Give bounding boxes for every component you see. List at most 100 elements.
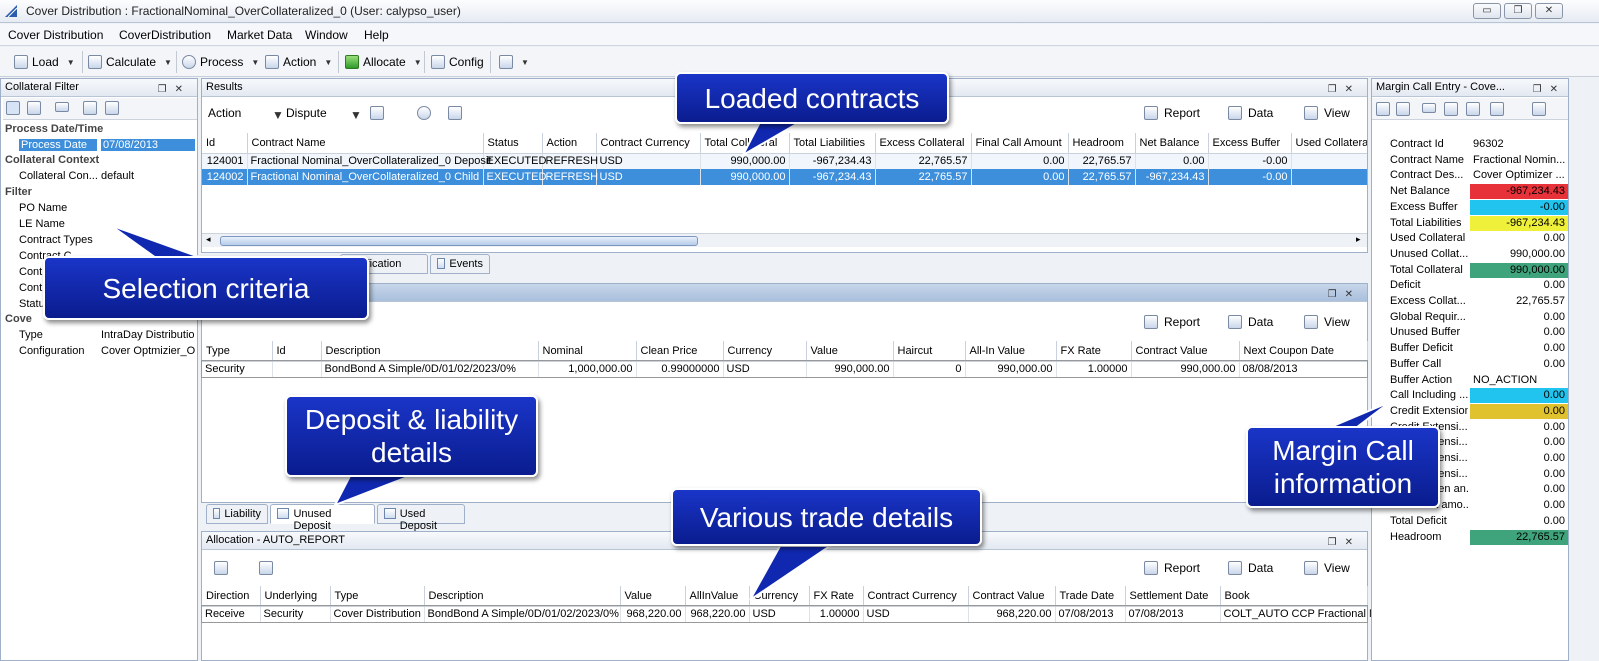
data-button[interactable]: Data [1248,561,1273,575]
property-row[interactable]: Credit Extension 0.00 [1372,403,1568,420]
scrollbar-thumb[interactable] [220,236,698,246]
col-id[interactable]: Id [202,133,248,154]
chevron-down-icon[interactable]: ▼ [521,58,529,67]
view-button[interactable]: View [1324,106,1350,120]
tab-liability[interactable]: Liability [206,504,268,524]
chevron-down-icon[interactable]: ▼ [350,108,362,122]
table-row[interactable]: 124001 Fractional Nominal_OverCollaterali… [202,153,1367,169]
col-value[interactable]: Value [620,586,686,607]
col-status[interactable]: Status [483,133,543,154]
collapse-icon[interactable] [1466,102,1480,116]
property-row[interactable]: Excess Collat... 22,765.57 [1372,294,1568,310]
col-direction[interactable]: Direction [202,586,261,607]
tab-unused-deposit[interactable]: Unused Deposit [270,504,375,532]
property-row[interactable]: Net Balance -967,234.43 [1372,184,1568,200]
filter-row[interactable]: PO Name [1,201,197,217]
dispute-dropdown[interactable]: Dispute [286,106,327,120]
categorized-icon[interactable] [1376,102,1390,116]
section-cover[interactable]: Cove [5,313,32,325]
panel-controls-icon[interactable]: ❐✕ [1328,286,1361,303]
col-net-balance[interactable]: Net Balance [1135,133,1209,154]
report-button[interactable]: Report [1164,106,1200,120]
property-row[interactable]: Total Liabilities -967,234.43 [1372,215,1568,232]
expand-icon[interactable] [1444,102,1458,116]
section-process-date[interactable]: Process Date/Time [5,123,103,135]
tab-used-deposit[interactable]: Used Deposit [377,504,465,532]
horizontal-scrollbar[interactable]: ◂ ▸ [202,233,1367,247]
collapse-icon[interactable] [105,101,119,115]
chevron-down-icon[interactable]: ▼ [324,58,332,67]
data-button[interactable]: Data [1248,315,1273,329]
col-excess-buffer[interactable]: Excess Buffer [1208,133,1292,154]
col-type[interactable]: Type [330,586,425,607]
col-headroom[interactable]: Headroom [1068,133,1136,154]
col-clean-price[interactable]: Clean Price [636,341,724,362]
restore-button[interactable]: ❐ [1504,3,1532,19]
property-row[interactable]: Unused Collat... 990,000.00 [1372,247,1568,263]
col-nominal[interactable]: Nominal [538,341,637,362]
col-contract-currency[interactable]: Contract Currency [596,133,701,154]
scroll-left-icon[interactable]: ◂ [206,234,211,245]
col-book[interactable]: Book [1220,586,1368,607]
clock-icon[interactable] [417,106,431,120]
col-next-coupon-date[interactable]: Next Coupon Date [1239,341,1368,362]
chevron-down-icon[interactable]: ▼ [164,58,172,67]
table-row[interactable]: 124002 Fractional Nominal_OverCollaterali… [202,169,1367,185]
col-excess-collateral[interactable]: Excess Collateral [875,133,972,154]
property-row[interactable]: Total Deficit 0.00 [1372,514,1568,530]
export-icon[interactable] [1532,102,1546,116]
field-icon[interactable] [1422,103,1436,113]
col-final-call-amount[interactable]: Final Call Amount [971,133,1069,154]
chevron-down-icon[interactable]: ▼ [251,58,259,67]
col-type[interactable]: Type [202,341,273,362]
col-currency[interactable]: Currency [723,341,807,362]
report-button[interactable]: Report [1164,561,1200,575]
col-total-collateral[interactable]: Total Collateral [700,133,790,154]
view-button[interactable]: View [1324,315,1350,329]
property-row[interactable]: Contract Id 96302 [1372,137,1568,153]
col-underlying[interactable]: Underlying [260,586,331,607]
col-fx-rate[interactable]: FX Rate [1056,341,1132,362]
filter-row[interactable]: Collateral Con... default [1,169,197,185]
section-collateral-context[interactable]: Collateral Context [5,154,99,166]
minimize-button[interactable]: ▭ [1473,3,1501,19]
col-action[interactable]: Action [542,133,597,154]
calculate-button[interactable]: Calculate ▼ [88,53,172,71]
panel-controls-icon[interactable]: ❐✕ [1533,81,1566,98]
col-trade-date[interactable]: Trade Date [1055,586,1126,607]
menu-cover-distribution[interactable]: Cover Distribution [8,28,103,42]
close-button[interactable]: ✕ [1535,3,1563,19]
col-settlement-date[interactable]: Settlement Date [1125,586,1221,607]
col-currency[interactable]: Currency [749,586,810,607]
edit-icon[interactable] [370,106,384,120]
panel-controls-icon[interactable]: ❐✕ [158,81,191,98]
col-contract-value[interactable]: Contract Value [968,586,1056,607]
config-button[interactable]: Config [431,53,484,71]
property-row[interactable]: Buffer Deficit 0.00 [1372,341,1568,357]
filter-row[interactable]: Contract Types [1,233,197,249]
table-row[interactable]: Receive Security Cover Distribution BondBon… [201,605,1383,623]
col-description[interactable]: Description [321,341,539,362]
action-button[interactable]: Action ▼ [265,53,332,71]
panel-controls-icon[interactable]: ❐✕ [1328,534,1361,551]
menu-coverdistribution[interactable]: CoverDistribution [119,28,211,42]
chart-icon[interactable] [448,106,462,120]
property-row[interactable]: Buffer Call 0.00 [1372,357,1568,373]
report-button[interactable]: Report [1164,315,1200,329]
filter-row[interactable]: Process Date 07/08/2013 [1,138,197,154]
action-dropdown[interactable]: Action [208,106,241,120]
property-row[interactable]: Total Collateral 990,000.00 [1372,262,1568,279]
scroll-right-icon[interactable]: ▸ [1356,234,1361,245]
col-all-in-value[interactable]: All-In Value [965,341,1057,362]
col-allinvalue[interactable]: AllInValue [685,586,750,607]
sort-icon[interactable] [1396,102,1410,116]
data-button[interactable]: Data [1248,106,1273,120]
allocate-button[interactable]: Allocate ▼ [345,53,422,71]
load-button[interactable]: Load ▼ [14,53,75,71]
property-row[interactable]: Deficit 0.00 [1372,278,1568,294]
col-contract-currency[interactable]: Contract Currency [863,586,969,607]
menu-market-data[interactable]: Market Data [227,28,292,42]
property-row[interactable]: Contract Name Fractional Nomin... [1372,153,1568,169]
property-row[interactable]: Buffer Action NO_ACTION [1372,373,1568,389]
filter-row[interactable]: LE Name [1,217,197,233]
